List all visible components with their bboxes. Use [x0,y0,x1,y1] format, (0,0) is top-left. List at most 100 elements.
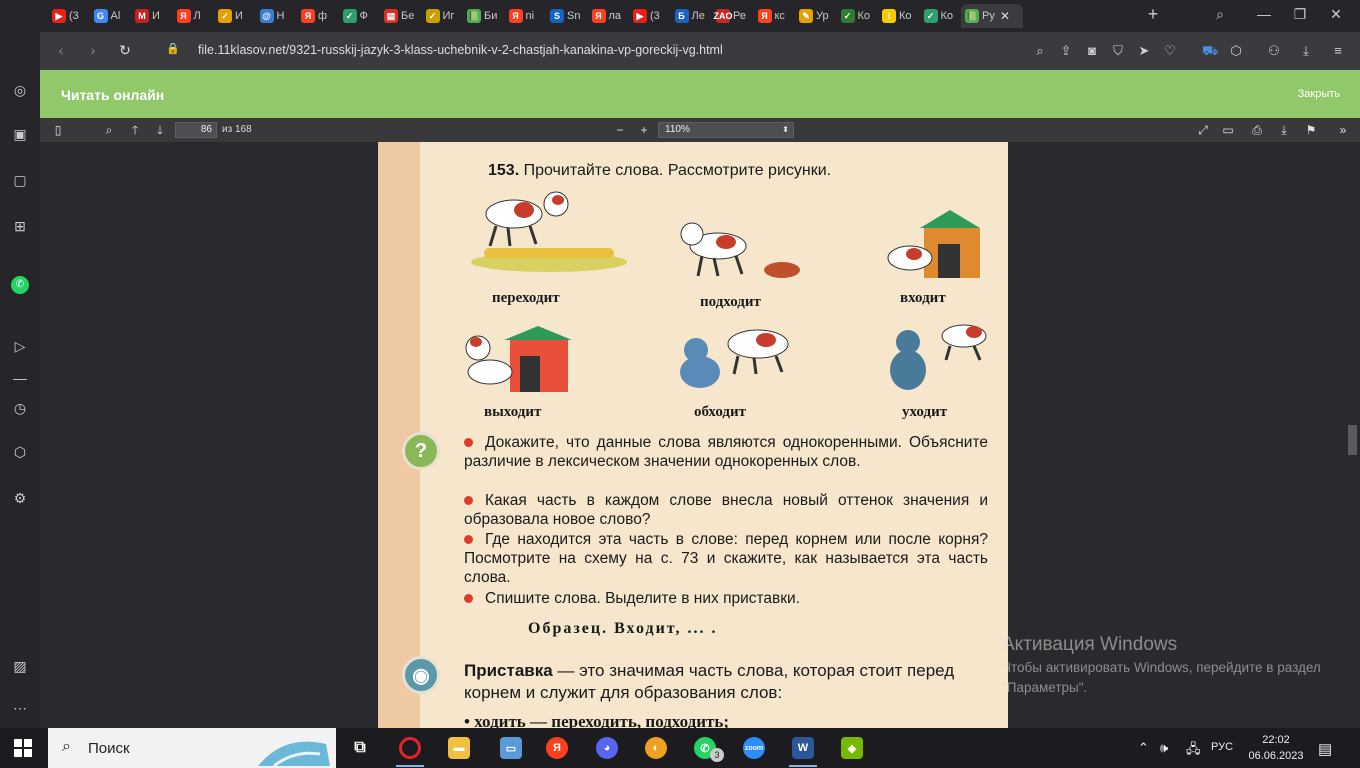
toggle-sidebar-icon[interactable]: ▯ [51,123,65,137]
tab-label: Ко [857,10,871,22]
browser-tab[interactable]: ZAO Ре [712,4,752,28]
share-icon[interactable]: ⇪ [1058,43,1074,59]
scrollbar-thumb[interactable] [1348,425,1357,455]
weather-icon[interactable]: ◐ [645,737,667,759]
yandex-browser-icon[interactable]: Я [546,737,568,759]
clock[interactable]: 22:02 06.06.2023 [1248,732,1304,764]
settings-icon[interactable]: ⚙ [10,488,30,508]
browser-tab[interactable]: Якс [754,4,794,28]
open-file-icon[interactable]: ▭ [1221,123,1235,137]
windows-start-icon[interactable] [14,739,32,757]
browser-tab[interactable]: Б Ле [671,4,711,28]
browser-tab[interactable]: MИ [131,4,171,28]
browser-tab[interactable]: @ Н [256,4,296,28]
browser-tab[interactable]: G Al [90,4,130,28]
computer-icon[interactable]: ▭ [500,737,522,759]
browser-tab[interactable]: Яла [588,4,628,28]
page-number-input[interactable]: 86 [175,122,217,138]
gallery-icon[interactable]: ▨ [10,656,30,676]
zoom-select[interactable]: 110% ⬍ [658,122,794,138]
browser-tab[interactable]: ▶ (3 [48,4,88,28]
browser-tab[interactable]: ✎ Ур [795,4,835,28]
profile-icon[interactable]: ⚇ [1266,43,1282,59]
network-icon[interactable]: 🖧 [1186,740,1201,762]
browser-tab[interactable]: 📗 Би [463,4,503,28]
speed-dial-icon[interactable]: ◎ [10,80,30,100]
notification-count-badge: 3 [710,748,724,762]
question-item: Какая часть в каждом слове внесла новый … [464,491,988,529]
whatsapp-icon[interactable]: ✆ [11,276,29,294]
cube-icon[interactable]: ⬡ [10,442,30,462]
more-icon[interactable]: ⋯ [10,698,30,718]
new-tab-button[interactable]: + [1144,4,1162,25]
workspaces-icon[interactable]: ▣ [10,124,30,144]
menu-icon[interactable]: ≡ [1330,43,1346,59]
browser-tab[interactable]: S Sn [546,4,586,28]
download-icon[interactable]: ⤓ [1298,43,1314,59]
send-icon[interactable]: ➤ [1136,43,1152,59]
tab-favicon-icon: S [550,9,564,23]
task-view-icon[interactable]: ⧉ [349,737,371,759]
previous-page-icon[interactable]: 🡑 [128,123,142,137]
notification-center-icon[interactable]: ▤ [1318,740,1332,758]
input-language[interactable]: РУС [1211,741,1233,753]
twitch-icon[interactable]: ▢ [10,170,30,190]
zoom-out-button[interactable]: − [613,123,627,137]
vertical-scrollbar[interactable] [1345,142,1360,728]
discord-icon[interactable]: ◕ [596,737,618,759]
file-explorer-icon[interactable]: ▬ [448,737,470,759]
save-icon[interactable]: ⤓ [1277,123,1291,137]
close-tab-icon[interactable]: ✕ [1000,9,1010,23]
browser-tab[interactable]: ✓ Ко [837,4,877,28]
next-page-icon[interactable]: 🡓 [153,123,167,137]
zoom-in-button[interactable]: + [637,123,651,137]
question-item: Докажите, что данные слова являются одно… [464,433,988,471]
history-icon[interactable]: ◷ [10,398,30,418]
browser-tab[interactable]: ▶ (3 [629,4,669,28]
cart-icon[interactable]: ⛟ [1202,43,1218,59]
url-field[interactable]: file.11klasov.net/9321-russkij-jazyk-3-k… [198,43,723,57]
page-search-icon[interactable]: ⌕ [1032,43,1048,59]
extensions-icon[interactable]: ⊞ [10,216,30,236]
zoom-app-icon[interactable]: zoom [743,737,765,759]
back-button[interactable]: ‹ [52,42,70,58]
tab-label: (3 [650,10,660,22]
volume-icon[interactable]: 🕪 [1160,740,1168,756]
browser-tab[interactable]: 📗 Ру ✕ [961,4,1023,28]
opera-sidebar: ◎ ▣ ▢ ⊞ ✆ ▷ — ◷ ⬡ ⚙ ▨ ⋯ [0,32,40,728]
browser-tab[interactable]: ✓ Ф [339,4,379,28]
maximize-button[interactable]: ❐ [1290,6,1310,23]
opera-taskbar-icon[interactable] [399,737,421,759]
tools-menu-icon[interactable]: » [1336,123,1350,137]
bookmark-icon[interactable]: ⚑ [1304,123,1318,137]
browser-tab[interactable]: Яф [297,4,337,28]
tab-label: Ле [691,10,705,22]
search-tabs-icon[interactable]: ⌕ [1210,6,1230,23]
presentation-mode-icon[interactable]: ⤢ [1196,123,1210,137]
forward-button[interactable]: › [84,42,102,58]
close-reader-link[interactable]: Закрыть [1298,88,1340,100]
browser-tab[interactable]: i Ко [878,4,918,28]
taskbar-search-box[interactable]: ⌕ Поиск [48,728,336,768]
reload-button[interactable]: ↻ [116,42,134,59]
nvidia-icon[interactable]: ◈ [841,737,863,759]
browser-tab[interactable]: ✓ Иг [422,4,462,28]
find-icon[interactable]: ⌕ [102,123,116,137]
player-icon[interactable]: ▷ [10,336,30,356]
browser-tab[interactable]: ЯЛ [173,4,213,28]
adblock-icon[interactable]: ⛉ [1110,43,1126,59]
cube-icon[interactable]: ⬡ [1228,43,1244,59]
word-icon[interactable]: W [792,737,814,759]
browser-tab[interactable]: ▤ Бе [380,4,420,28]
search-icon: ⌕ [62,738,71,755]
print-icon[interactable]: ⎙ [1250,123,1264,137]
word-label: входит [900,290,946,306]
minimize-button[interactable]: — [1254,6,1274,22]
snapshot-icon[interactable]: ◙ [1084,43,1100,59]
browser-tab[interactable]: ✓ И [214,4,254,28]
browser-tab[interactable]: Яni [505,4,545,28]
browser-tab[interactable]: ✓ Ко [920,4,960,28]
heart-icon[interactable]: ♡ [1162,43,1178,59]
close-window-button[interactable]: ✕ [1326,6,1346,23]
tray-overflow-icon[interactable]: ⌃ [1138,740,1149,756]
